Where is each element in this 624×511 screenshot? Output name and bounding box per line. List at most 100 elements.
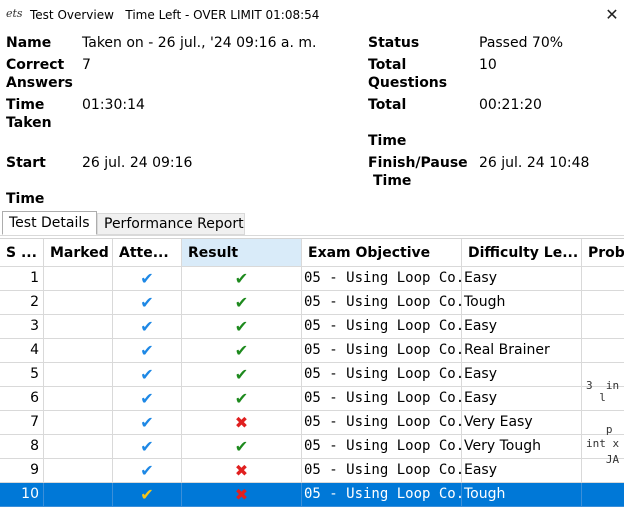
attempted-cell: ✔	[113, 435, 182, 459]
table-row[interactable]: 9 ✔ ✖ 05 - Using Loop Co...Easy	[0, 459, 624, 483]
incorrect-cross-icon: ✖	[234, 461, 249, 480]
problem-cell	[582, 483, 624, 507]
check-icon: ✔	[140, 461, 154, 480]
check-icon: ✔	[140, 317, 154, 336]
check-icon: ✔	[140, 269, 154, 288]
table-row[interactable]: 6 ✔ ✔ 05 - Using Loop Co...Easy	[0, 387, 624, 411]
total-questions-label-line2: Questions	[368, 75, 448, 91]
marked-cell	[44, 363, 113, 387]
correct-answers-label-line1: Correct	[6, 57, 65, 73]
difficulty-cell-text: Tough	[464, 294, 506, 310]
row-number-text: 6	[30, 390, 39, 406]
row-number-text: 1	[30, 270, 39, 286]
column-header-marked[interactable]: Marked	[44, 239, 113, 267]
exam-objective-cell: 05 - Using Loop Co...	[302, 315, 462, 339]
table-row[interactable]: 4 ✔ ✔ 05 - Using Loop Co...Real Brainer	[0, 339, 624, 363]
time-taken-label-line1: Time	[6, 97, 45, 113]
difficulty-cell: Very Tough	[462, 435, 582, 459]
column-header-difficulty[interactable]: Difficulty Le...	[462, 239, 582, 267]
correct-check-icon: ✔	[234, 437, 249, 456]
row-number-text: 7	[30, 414, 39, 430]
exam-objective-cell-text: 05 - Using Loop Co...	[304, 462, 461, 478]
correct-answers-label-line2: Answers	[6, 75, 73, 91]
problem-snippet: p	[586, 423, 613, 436]
title-bar: ets Test Overview Time Left - OVER LIMIT…	[0, 0, 624, 30]
marked-cell	[44, 411, 113, 435]
exam-objective-cell-text: 05 - Using Loop Co...	[304, 486, 461, 502]
table-row[interactable]: 3 ✔ ✔ 05 - Using Loop Co...Easy	[0, 315, 624, 339]
exam-objective-cell: 05 - Using Loop Co...	[302, 459, 462, 483]
table-row[interactable]: 10 ✔ ✖ 05 - Using Loop Co...Tough	[0, 483, 624, 507]
table-row[interactable]: 8 ✔ ✔ 05 - Using Loop Co...Very Tough	[0, 435, 624, 459]
time-taken-value: 01:30:14	[82, 97, 145, 113]
tab-performance-report[interactable]: Performance Report	[97, 213, 245, 235]
attempted-cell: ✔	[113, 339, 182, 363]
row-number: 2	[0, 291, 44, 315]
close-icon[interactable]: ✕	[600, 2, 624, 28]
total-questions-label-line1: Total	[368, 57, 407, 73]
marked-cell	[44, 459, 113, 483]
tab-test-details[interactable]: Test Details	[2, 211, 97, 235]
exam-objective-cell-text: 05 - Using Loop Co...	[304, 366, 461, 382]
check-icon: ✔	[140, 365, 154, 384]
difficulty-cell: Tough	[462, 483, 582, 507]
name-value: Taken on - 26 jul., '24 09:16 a. m.	[82, 35, 317, 51]
exam-objective-cell-text: 05 - Using Loop Co...	[304, 270, 461, 286]
check-icon: ✔	[140, 293, 154, 312]
exam-objective-cell-text: 05 - Using Loop Co...	[304, 438, 461, 454]
table-row[interactable]: 2 ✔ ✔ 05 - Using Loop Co...Tough	[0, 291, 624, 315]
status-label: Status	[368, 35, 420, 51]
row-number-text: 10	[21, 486, 39, 502]
attempted-cell: ✔	[113, 411, 182, 435]
total-questions-value: 10	[479, 57, 497, 73]
column-header-result[interactable]: Result	[182, 239, 302, 267]
difficulty-cell: Real Brainer	[462, 339, 582, 363]
difficulty-cell: Easy	[462, 387, 582, 411]
difficulty-cell: Easy	[462, 363, 582, 387]
exam-objective-cell: 05 - Using Loop Co...	[302, 435, 462, 459]
test-details-grid: S ... Marked Atte... Result Exam Objecti…	[0, 238, 624, 511]
difficulty-cell-text: Easy	[464, 390, 498, 406]
table-row[interactable]: 7 ✔ ✖ 05 - Using Loop Co...Very Easy	[0, 411, 624, 435]
attempted-cell: ✔	[113, 387, 182, 411]
result-cell: ✔	[182, 435, 302, 459]
difficulty-cell: Tough	[462, 291, 582, 315]
exam-objective-cell: 05 - Using Loop Co...	[302, 267, 462, 291]
difficulty-cell-text: Tough	[464, 486, 506, 502]
marked-cell	[44, 339, 113, 363]
attempted-cell: ✔	[113, 483, 182, 507]
window-title: Test Overview Time Left - OVER LIMIT 01:…	[30, 8, 320, 22]
table-row[interactable]: 5 ✔ ✔ 05 - Using Loop Co...Easy	[0, 363, 624, 387]
column-header-attempted[interactable]: Atte...	[113, 239, 182, 267]
total-time-label-line2: Time	[368, 133, 407, 149]
column-header-serial[interactable]: S ...	[0, 239, 44, 267]
row-number: 9	[0, 459, 44, 483]
problem-snippet: l	[586, 391, 606, 404]
result-cell: ✔	[182, 291, 302, 315]
problem-snippet: int x	[586, 437, 620, 450]
row-number: 5	[0, 363, 44, 387]
result-cell: ✔	[182, 387, 302, 411]
row-number-text: 2	[30, 294, 39, 310]
exam-objective-cell-text: 05 - Using Loop Co...	[304, 414, 461, 430]
tab-strip-divider	[0, 235, 624, 236]
row-number: 1	[0, 267, 44, 291]
finish-time-label-line2: Time	[373, 173, 412, 189]
check-icon: ✔	[140, 437, 154, 456]
exam-objective-cell-text: 05 - Using Loop Co...	[304, 342, 461, 358]
column-header-problem[interactable]: Prob	[582, 239, 624, 267]
marked-cell	[44, 291, 113, 315]
column-header-exam-objective[interactable]: Exam Objective	[302, 239, 462, 267]
result-cell: ✔	[182, 363, 302, 387]
row-number: 10	[0, 483, 44, 507]
incorrect-cross-icon: ✖	[234, 485, 249, 504]
table-row[interactable]: 1 ✔ ✔ 05 - Using Loop Co...Easy	[0, 267, 624, 291]
marked-cell	[44, 267, 113, 291]
correct-check-icon: ✔	[234, 365, 249, 384]
correct-check-icon: ✔	[234, 389, 249, 408]
row-number-text: 4	[30, 342, 39, 358]
exam-objective-cell: 05 - Using Loop Co...	[302, 411, 462, 435]
start-time-label-line1: Start	[6, 155, 46, 171]
incorrect-cross-icon: ✖	[234, 413, 249, 432]
difficulty-cell: Very Easy	[462, 411, 582, 435]
